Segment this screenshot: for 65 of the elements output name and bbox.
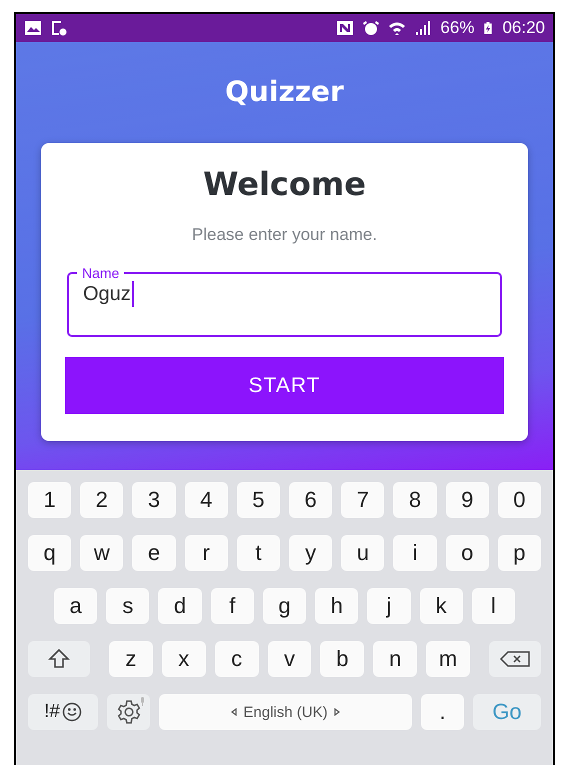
keyboard-key[interactable]: 8 <box>393 482 437 518</box>
keyboard-key[interactable]: u <box>341 535 384 571</box>
wifi-icon <box>388 20 406 36</box>
keyboard-key[interactable]: v <box>268 641 312 677</box>
keyboard-key[interactable]: f <box>210 588 254 624</box>
name-field[interactable]: Name Oguz <box>67 265 502 337</box>
right-triangle-icon <box>334 708 340 716</box>
keyboard-key[interactable]: 4 <box>184 482 228 518</box>
keyboard-key[interactable]: 7 <box>341 482 384 518</box>
symbols-key[interactable]: !# <box>28 694 98 730</box>
clock-time: 06:20 <box>502 18 545 38</box>
keyboard-key[interactable]: c <box>214 641 259 677</box>
keyboard-key[interactable]: h <box>315 588 358 624</box>
keyboard-key[interactable]: b <box>320 641 364 677</box>
gallery-icon <box>24 20 42 36</box>
keyboard-key[interactable]: m <box>426 641 470 677</box>
field-label: Name <box>81 265 120 281</box>
keyboard-key[interactable]: e <box>132 535 176 571</box>
keyboard-key[interactable]: 6 <box>289 482 332 518</box>
keyboard-key[interactable]: 5 <box>236 482 280 518</box>
keyboard-key[interactable]: l <box>472 588 515 624</box>
keyboard-key[interactable]: r <box>184 535 228 571</box>
keyboard-key[interactable]: x <box>162 641 206 677</box>
keyboard-key[interactable]: y <box>289 535 332 571</box>
keyboard-key[interactable]: a <box>54 588 98 624</box>
backspace-icon <box>499 650 532 668</box>
start-button[interactable]: START <box>65 357 504 414</box>
keyboard-key[interactable]: 9 <box>446 482 489 518</box>
shift-icon <box>47 647 71 671</box>
keyboard-key[interactable]: s <box>106 588 150 624</box>
keyboard-key[interactable]: w <box>80 535 124 571</box>
keyboard-key[interactable]: z <box>109 641 153 677</box>
nfc-icon <box>336 20 354 36</box>
keyboard-key[interactable]: 0 <box>498 482 542 518</box>
battery-percentage: 66% <box>440 18 474 38</box>
keyboard-key[interactable]: i <box>393 535 437 571</box>
keyboard-key[interactable]: . <box>421 694 464 730</box>
keyboard-key[interactable]: o <box>446 535 489 571</box>
space-key[interactable]: English (UK) <box>159 694 412 730</box>
alarm-icon <box>362 20 380 36</box>
name-prompt: Please enter your name. <box>192 225 378 245</box>
settings-key[interactable] <box>107 694 150 730</box>
keyboard-key[interactable]: q <box>28 535 72 571</box>
microphone-icon <box>139 697 146 707</box>
keyboard-key[interactable]: t <box>236 535 280 571</box>
smiley-icon <box>62 702 82 722</box>
settings-icon <box>116 699 142 725</box>
keyboard-key[interactable]: p <box>498 535 542 571</box>
screenshot-icon <box>50 20 68 36</box>
left-triangle-icon <box>231 708 238 716</box>
keyboard-key[interactable]: d <box>158 588 202 624</box>
keyboard-key[interactable]: 2 <box>80 482 124 518</box>
shift-key[interactable] <box>28 641 90 677</box>
keyboard-key[interactable]: 1 <box>28 482 72 518</box>
keyboard-key[interactable]: k <box>420 588 463 624</box>
keyboard-key[interactable]: 3 <box>132 482 176 518</box>
welcome-heading: Welcome <box>203 165 366 203</box>
keyboard-key[interactable]: n <box>373 641 418 677</box>
keyboard-key[interactable]: j <box>367 588 411 624</box>
keyboard-key[interactable]: g <box>262 588 306 624</box>
signal-icon <box>414 20 432 36</box>
app-title: Quizzer <box>225 75 344 108</box>
backspace-key[interactable] <box>489 641 542 677</box>
battery-charging-icon <box>482 20 494 36</box>
text-cursor <box>132 281 134 307</box>
